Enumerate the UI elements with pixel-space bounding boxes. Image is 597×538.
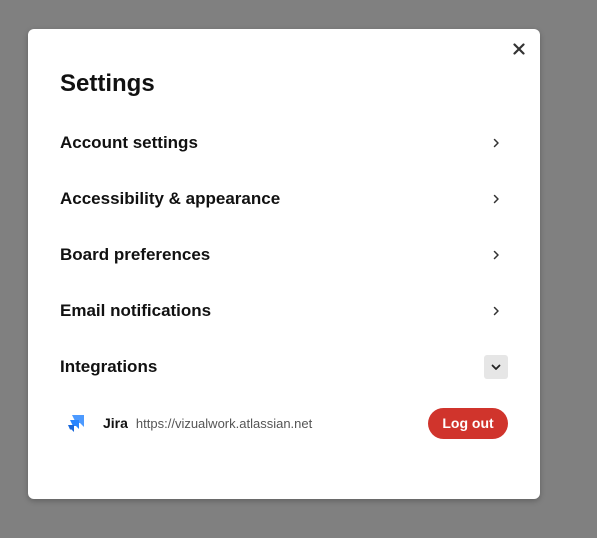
menu-item-label: Account settings xyxy=(60,133,198,152)
close-button[interactable] xyxy=(510,40,528,58)
settings-title: Settings xyxy=(60,70,155,97)
logout-button[interactable]: Log out xyxy=(428,407,508,439)
chevron-right-icon xyxy=(484,243,508,267)
integration-row-jira: Jira https://vizualwork.atlassian.net Lo… xyxy=(66,407,508,439)
menu-item-email-notifications[interactable]: Email notifications xyxy=(60,297,508,325)
menu-item-board-preferences[interactable]: Board preferences xyxy=(60,241,508,269)
close-icon xyxy=(513,43,525,55)
integration-url: https://vizualwork.atlassian.net xyxy=(135,415,313,431)
chevron-right-icon xyxy=(484,299,508,323)
settings-modal: Settings Account settings Accessibility … xyxy=(28,29,540,499)
chevron-right-icon xyxy=(484,131,508,155)
menu-item-integrations[interactable]: Integrations xyxy=(60,353,508,381)
integration-name: Jira xyxy=(103,415,128,431)
menu-item-account-settings[interactable]: Account settings xyxy=(60,129,508,157)
menu-item-label: Email notifications xyxy=(60,301,212,320)
menu-item-label: Integrations xyxy=(60,357,158,376)
chevron-right-icon xyxy=(484,187,508,211)
menu-item-accessibility-appearance[interactable]: Accessibility & appearance xyxy=(60,185,508,213)
menu-item-label: Accessibility & appearance xyxy=(60,189,281,208)
jira-logo-icon xyxy=(66,412,88,434)
chevron-down-icon[interactable] xyxy=(484,355,508,379)
menu-item-label: Board preferences xyxy=(60,245,211,264)
